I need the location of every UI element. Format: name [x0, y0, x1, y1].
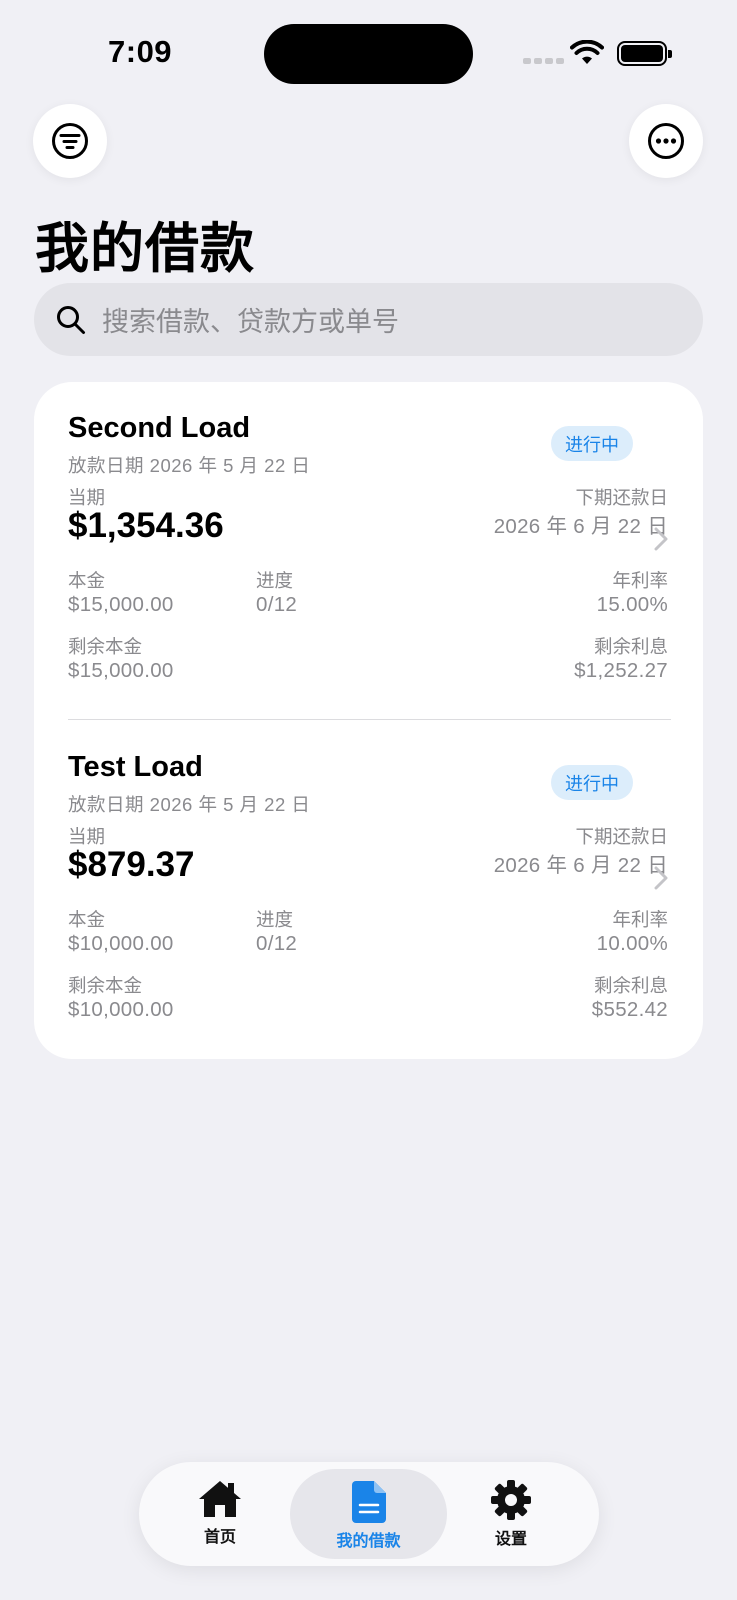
chevron-right-icon	[654, 527, 668, 551]
battery-icon	[617, 41, 672, 66]
loan-date-label: 放款日期	[68, 455, 145, 476]
loan-date: 放款日期 2026 年 5 月 22 日	[68, 452, 310, 478]
tab-settings[interactable]: 设置	[475, 1479, 547, 1555]
loan-name: Second Load	[68, 412, 251, 444]
tab-bar: 首页 我的借款 设置	[139, 1462, 599, 1566]
principal-value: $15,000.00	[68, 593, 174, 616]
remaining-interest-label: 剩余利息	[593, 975, 668, 996]
status-badge: 进行中	[551, 426, 633, 461]
rate-label: 年利率	[612, 570, 668, 591]
principal-label: 本金	[68, 570, 106, 591]
tab-my-loans[interactable]: 我的借款	[290, 1469, 447, 1559]
document-icon	[351, 1481, 386, 1523]
remaining-interest-label: 剩余利息	[593, 636, 668, 657]
loan-item-second-load[interactable]: Second Load 放款日期 2026 年 5 月 22 日 进行中 当期 …	[68, 412, 668, 742]
loans-card: Second Load 放款日期 2026 年 5 月 22 日 进行中 当期 …	[34, 382, 703, 1059]
status-badge: 进行中	[551, 765, 633, 800]
gear-icon	[491, 1480, 531, 1520]
next-due-date: 2026 年 6 月 22 日	[493, 515, 668, 538]
more-options-button[interactable]	[629, 104, 703, 178]
tab-my-loans-label: 我的借款	[336, 1533, 401, 1550]
filter-button[interactable]	[33, 104, 107, 178]
chevron-right-icon	[654, 866, 668, 890]
rate-value: 10.00%	[596, 932, 668, 955]
screen: 7:09 我的借款 搜索借款、贷款方或单号 Second Load 放款日期 2…	[0, 0, 737, 1600]
next-due-label: 下期还款日	[575, 826, 668, 847]
next-due-label: 下期还款日	[575, 487, 668, 508]
filter-icon	[52, 123, 88, 159]
rate-value: 15.00%	[596, 593, 668, 616]
wifi-icon	[570, 40, 604, 64]
search-placeholder: 搜索借款、贷款方或单号	[102, 307, 399, 337]
loan-date-value: 2026 年 5 月 22 日	[149, 794, 311, 815]
remaining-principal-label: 剩余本金	[68, 975, 143, 996]
next-due-date: 2026 年 6 月 22 日	[493, 854, 668, 877]
ellipsis-circle-icon	[648, 123, 684, 159]
remaining-principal-value: $15,000.00	[68, 659, 174, 682]
remaining-interest-value: $552.42	[591, 998, 668, 1021]
current-amount: $879.37	[68, 845, 195, 884]
tab-settings-label: 设置	[494, 1531, 527, 1548]
rate-label: 年利率	[612, 909, 668, 930]
remaining-interest-value: $1,252.27	[574, 659, 668, 682]
loan-date-value: 2026 年 5 月 22 日	[149, 455, 311, 476]
cellular-signal-icon	[523, 58, 564, 64]
loan-item-test-load[interactable]: Test Load 放款日期 2026 年 5 月 22 日 进行中 当期 $8…	[68, 751, 668, 1081]
loan-date: 放款日期 2026 年 5 月 22 日	[68, 791, 310, 817]
status-time: 7:09	[108, 34, 173, 69]
progress-value: 0/12	[256, 932, 298, 955]
dynamic-island	[264, 24, 473, 84]
divider	[68, 719, 671, 720]
house-icon	[199, 1481, 241, 1517]
tab-home[interactable]: 首页	[184, 1479, 256, 1555]
principal-label: 本金	[68, 909, 106, 930]
tab-home-label: 首页	[203, 1529, 236, 1546]
loan-name: Test Load	[68, 751, 203, 783]
page-title: 我的借款	[35, 219, 255, 279]
remaining-principal-label: 剩余本金	[68, 636, 143, 657]
search-icon	[57, 305, 85, 334]
progress-label: 进度	[256, 570, 294, 591]
loan-date-label: 放款日期	[68, 794, 145, 815]
progress-label: 进度	[256, 909, 294, 930]
search-field[interactable]: 搜索借款、贷款方或单号	[34, 283, 703, 356]
principal-value: $10,000.00	[68, 932, 174, 955]
progress-value: 0/12	[256, 593, 298, 616]
remaining-principal-value: $10,000.00	[68, 998, 174, 1021]
current-amount: $1,354.36	[68, 506, 224, 545]
